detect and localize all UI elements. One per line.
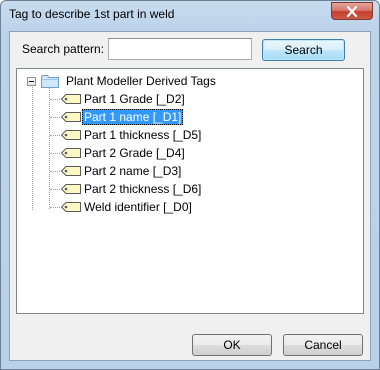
tag-icon	[61, 166, 81, 176]
cancel-button[interactable]: Cancel	[283, 334, 363, 356]
tree-connector-line	[32, 85, 33, 210]
tree-item-label: Part 2 Grade [_D4]	[84, 146, 185, 160]
collapse-icon[interactable]	[27, 77, 36, 86]
tree-connector-line	[50, 99, 60, 100]
tree-connector-line	[50, 117, 60, 118]
folder-icon	[41, 75, 59, 88]
search-pattern-label: Search pattern:	[22, 42, 105, 56]
tree-root-label[interactable]: Plant Modeller Derived Tags	[64, 73, 218, 89]
tag-icon	[61, 148, 81, 158]
search-pattern-input[interactable]	[108, 38, 252, 60]
tree-item-label: Part 2 thickness [_D6]	[84, 182, 202, 196]
tree-item-label: Weld identifier [_D0]	[84, 200, 192, 214]
tag-icon	[61, 184, 81, 194]
ok-button[interactable]: OK	[192, 334, 272, 356]
tree-item-label: Part 1 thickness [_D5]	[84, 128, 202, 142]
dialog-window: Tag to describe 1st part in weld Search …	[0, 0, 380, 370]
tree-connector-line	[50, 135, 60, 136]
dialog-client-area: Search pattern: Search Plant Modeller De…	[9, 31, 371, 361]
tag-icon	[61, 202, 81, 212]
close-button[interactable]	[331, 2, 373, 20]
tree-item-label: Part 1 Grade [_D2]	[84, 92, 185, 106]
tag-icon	[61, 94, 81, 104]
tree-connector-line	[50, 153, 60, 154]
close-icon	[346, 5, 358, 17]
tree-connector-line	[50, 189, 60, 190]
tag-icon	[61, 112, 81, 122]
tag-icon	[61, 130, 81, 140]
tree-connector-line	[50, 171, 60, 172]
tree-item-label: Part 1 name [_D1]	[82, 109, 184, 125]
window-title: Tag to describe 1st part in weld	[9, 7, 175, 21]
tree-connector-line	[49, 86, 50, 209]
search-button[interactable]: Search	[262, 39, 345, 61]
tag-tree[interactable]: Plant Modeller Derived Tags Part 1 Grade…	[16, 68, 364, 314]
title-bar[interactable]: Tag to describe 1st part in weld	[1, 1, 379, 29]
tree-item-label: Part 2 name [_D3]	[84, 164, 182, 178]
tree-connector-line	[50, 207, 60, 208]
